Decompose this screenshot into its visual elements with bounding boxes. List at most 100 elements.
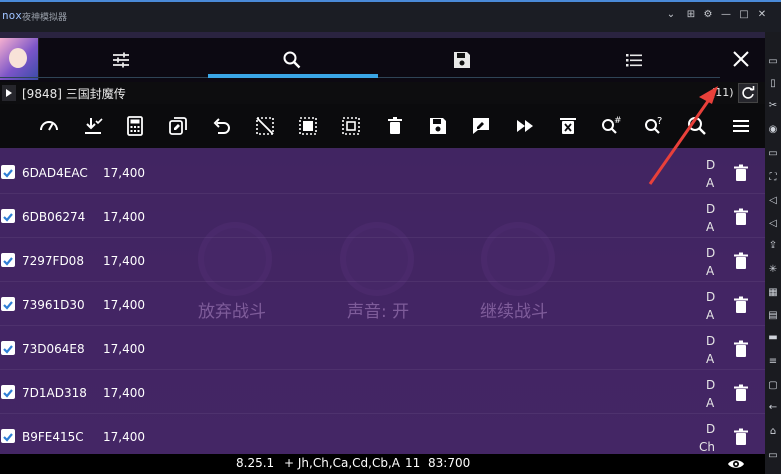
undo-button[interactable] [210,115,232,137]
result-address[interactable]: 6DAD4EAC [22,166,88,180]
result-value[interactable]: 17,400 [103,166,145,180]
result-address[interactable]: 7297FD08 [22,254,84,268]
search-hex-button[interactable]: # [600,115,622,137]
eye-icon[interactable] [727,457,745,471]
result-address[interactable]: B9FE415C [22,430,84,444]
loading-icon[interactable]: ✳ [767,264,779,275]
minimize-icon[interactable]: — [719,9,733,20]
result-value[interactable]: 17,400 [103,386,145,400]
result-type-flag: D [706,334,716,348]
result-checkbox[interactable] [1,209,15,223]
edit-button[interactable] [470,115,492,137]
result-checkbox[interactable] [1,341,15,355]
gg-avatar[interactable] [0,38,39,80]
result-row[interactable]: B9FE415C 17,400 D Ch [0,414,765,458]
macro-icon[interactable]: ▦ [767,287,779,298]
result-region: Ch [699,440,715,454]
result-row[interactable]: 6DAD4EAC 17,400 D A [0,150,765,194]
result-value[interactable]: 17,400 [103,298,145,312]
refresh-button[interactable] [738,83,758,103]
gg-version: 8.25.1 [236,456,275,470]
menu-button[interactable] [730,115,752,137]
result-region: A [706,264,715,278]
recent-apps-icon[interactable]: ▭ [767,450,779,461]
result-checkbox[interactable] [1,253,15,267]
select-none-button[interactable] [254,115,276,137]
save-list-button[interactable] [427,115,449,137]
import-button[interactable] [82,115,104,137]
result-row[interactable]: 6DB06274 17,400 D A [0,194,765,238]
keyboard-icon[interactable]: ▭ [767,56,779,67]
calculator-button[interactable] [124,115,146,137]
result-row[interactable]: 73D064E8 17,400 D A [0,326,765,370]
trash-icon[interactable] [733,164,749,182]
result-row[interactable]: 7297FD08 17,400 D A [0,238,765,282]
trash-icon[interactable] [733,208,749,226]
tab-saved[interactable] [442,44,482,76]
result-region: A [706,352,715,366]
tab-settings[interactable] [101,44,141,76]
trash-icon[interactable] [733,296,749,314]
gear-icon[interactable]: ⚙ [701,9,715,20]
result-checkbox[interactable] [1,385,15,399]
search-unknown-button[interactable]: ? [643,115,665,137]
save-icon [430,118,446,134]
close-window-icon[interactable]: ✕ [755,9,769,20]
volume-up-icon[interactable]: ◁ [767,195,779,206]
result-address[interactable]: 73D064E8 [22,342,85,356]
location-icon[interactable]: ◉ [767,124,779,135]
clear-button[interactable] [557,115,579,137]
shake-icon[interactable]: ▯ [767,78,779,89]
home-icon[interactable]: ⌂ [767,426,779,437]
play-icon [6,89,12,97]
select-all-button[interactable] [297,115,319,137]
screen-icon[interactable]: ▭ [767,148,779,159]
memory-regions[interactable]: + Jh,Ch,Ca,Cd,Cb,A [284,456,400,470]
result-row[interactable]: 73961D30 17,400 D A [0,282,765,326]
maximize-icon[interactable]: □ [737,9,751,20]
delete-button[interactable] [384,115,406,137]
folder-icon[interactable]: ▬ [767,332,779,343]
clear-icon [560,118,576,134]
svg-text:?: ? [657,116,662,127]
process-name[interactable]: [9848] 三国封魔传 [22,85,126,102]
search-button[interactable] [686,115,708,137]
screenshot-icon[interactable]: ▢ [767,380,779,391]
speed-button[interactable] [38,115,60,137]
result-checkbox[interactable] [1,297,15,311]
status-bar: 8.25.1 + Jh,Ch,Ca,Cd,Cb,A 11 83:700 [0,454,765,474]
calculator-icon [127,116,143,136]
result-type-flag: D [706,422,716,436]
result-address[interactable]: 6DB06274 [22,210,85,224]
result-row[interactable]: 7D1AD318 17,400 D A [0,370,765,414]
play-button[interactable] [2,85,16,101]
result-checkbox[interactable] [1,429,15,443]
result-value[interactable]: 17,400 [103,254,145,268]
more-icon[interactable]: ≡ [767,356,779,367]
fullscreen-icon[interactable]: ⛶ [767,172,779,183]
tab-search[interactable] [272,44,312,76]
trash-icon[interactable] [733,252,749,270]
collapse-icon[interactable]: ⌄ [664,9,678,20]
volume-down-icon[interactable]: ◁ [767,218,779,229]
trash-icon[interactable] [733,428,749,446]
multi-window-icon[interactable]: ⊞ [684,9,698,20]
scissors-icon[interactable]: ✂ [767,100,779,111]
result-value[interactable]: 17,400 [103,210,145,224]
tab-list[interactable] [614,44,654,76]
copy-edit-button[interactable] [167,115,189,137]
checkmark-icon [3,257,13,266]
trash-icon[interactable] [733,340,749,358]
back-icon[interactable]: ← [767,402,779,413]
fast-forward-button[interactable] [514,115,536,137]
result-value[interactable]: 17,400 [103,342,145,356]
trash-icon[interactable] [733,384,749,402]
multi-sync-icon[interactable]: ▤ [767,310,779,321]
select-inverse-button[interactable] [340,115,362,137]
result-checkbox[interactable] [1,165,15,179]
close-icon[interactable] [730,48,752,70]
result-value[interactable]: 17,400 [103,430,145,444]
result-address[interactable]: 7D1AD318 [22,386,87,400]
install-apk-icon[interactable]: ⇪ [767,240,779,251]
result-address[interactable]: 73961D30 [22,298,85,312]
